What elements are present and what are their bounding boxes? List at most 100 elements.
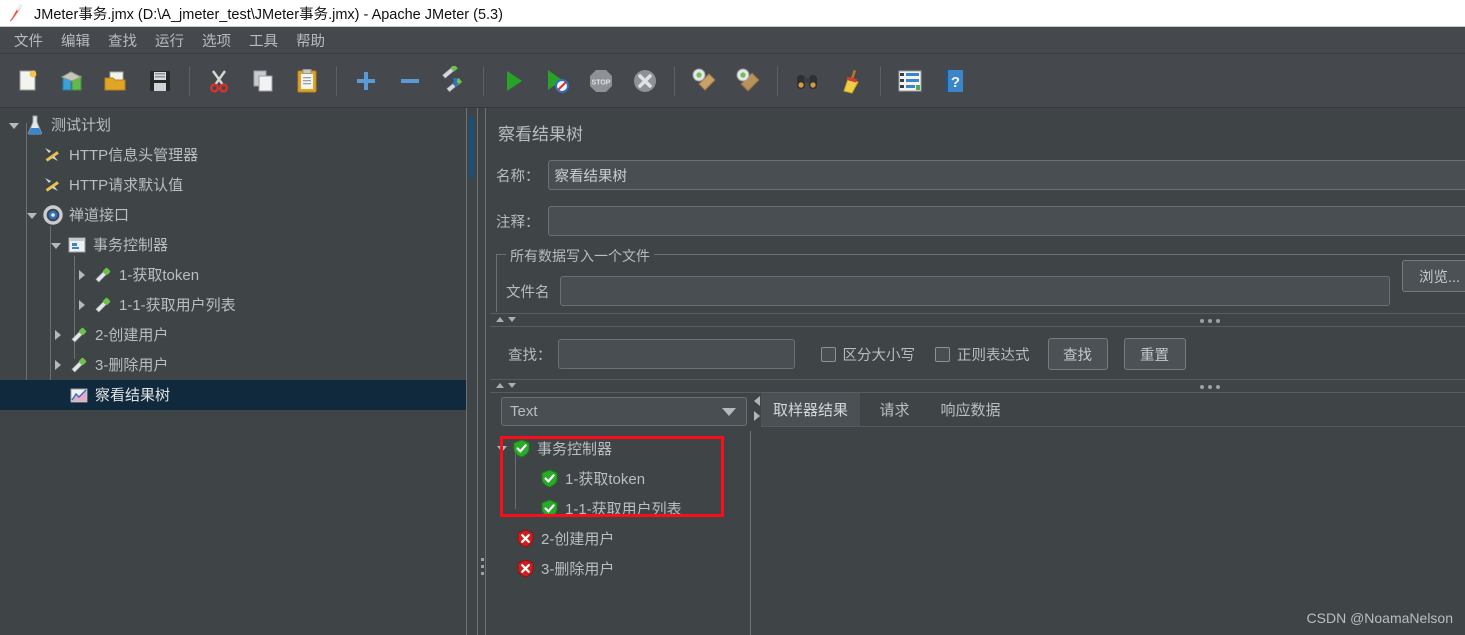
toolbar-start-no-pauses[interactable] xyxy=(537,61,577,101)
results-tree[interactable]: 事务控制器 1-获取token 1-1-获取用户列表 2-创建用户 3-删除用户 xyxy=(486,431,751,635)
chevron-down-icon[interactable] xyxy=(494,440,510,456)
menu-search[interactable]: 查找 xyxy=(100,27,145,54)
scroll-right-icon[interactable] xyxy=(754,411,760,421)
tab-request[interactable]: 请求 xyxy=(868,393,921,426)
collapse-down-icon[interactable] xyxy=(508,317,516,322)
tree-node-http-request-defaults[interactable]: HTTP请求默认值 xyxy=(0,170,477,200)
renderer-select[interactable]: Text xyxy=(501,397,747,426)
horizontal-splitter-top[interactable] xyxy=(490,313,1465,327)
toolbar-cut[interactable] xyxy=(199,61,239,101)
result-label: 1-获取token xyxy=(565,470,646,488)
result-label: 2-创建用户 xyxy=(541,530,615,548)
horizontal-splitter-bottom[interactable] xyxy=(490,379,1465,393)
reset-button[interactable]: 重置 xyxy=(1123,338,1186,370)
chevron-down-icon[interactable] xyxy=(48,237,64,253)
tree-node-sampler-3[interactable]: 3-删除用户 xyxy=(0,350,477,380)
result-label: 3-删除用户 xyxy=(541,560,615,578)
collapse-up-icon[interactable] xyxy=(496,383,504,388)
paste-clipboard-icon xyxy=(292,66,322,96)
toolbar-new[interactable] xyxy=(8,61,48,101)
menu-help[interactable]: 帮助 xyxy=(288,27,333,54)
collapse-down-icon[interactable] xyxy=(508,383,516,388)
splitter-arrows[interactable] xyxy=(496,317,516,322)
name-input[interactable]: 察看结果树 xyxy=(547,160,1465,190)
comment-input[interactable] xyxy=(547,206,1465,236)
success-shield-icon xyxy=(540,498,559,518)
tree-node-thread-group[interactable]: 禅道接口 xyxy=(0,200,477,230)
test-plan-tree[interactable]: 测试计划 HTTP信息头管理器 HTTP请求默认值 禅道接口 事务控制器 1-获… xyxy=(0,108,477,635)
tool-bar: STOP ? xyxy=(0,54,1465,108)
toolbar-toggle[interactable] xyxy=(434,61,474,101)
collapse-up-icon[interactable] xyxy=(496,317,504,322)
tree-node-sampler-1-1[interactable]: 1-1-获取用户列表 xyxy=(0,290,477,320)
menu-edit[interactable]: 编辑 xyxy=(53,27,98,54)
toolbar-function-helper[interactable] xyxy=(890,61,930,101)
toggle-element-icon xyxy=(439,63,469,96)
toolbar-clear-all[interactable] xyxy=(728,61,768,101)
splitter-arrows[interactable] xyxy=(496,383,516,388)
tree-scrollbar[interactable] xyxy=(466,108,477,635)
chevron-down-icon[interactable] xyxy=(722,407,736,416)
vertical-splitter[interactable] xyxy=(477,108,486,635)
tree-node-test-plan[interactable]: 测试计划 xyxy=(0,110,477,140)
toolbar-stop[interactable]: STOP xyxy=(581,61,621,101)
search-input[interactable] xyxy=(557,339,795,369)
browse-button[interactable]: 浏览... xyxy=(1402,260,1465,292)
toolbar-clear[interactable] xyxy=(684,61,724,101)
tree-node-view-results-tree[interactable]: 察看结果树 xyxy=(0,380,477,410)
tree-node-sampler-2[interactable]: 2-创建用户 xyxy=(0,320,477,350)
toolbar-open[interactable] xyxy=(96,61,136,101)
splitter-grip-dot xyxy=(481,558,484,561)
menu-tools[interactable]: 工具 xyxy=(241,27,286,54)
toolbar-help[interactable]: ? xyxy=(934,61,974,101)
toolbar-save[interactable] xyxy=(140,61,180,101)
menu-run[interactable]: 运行 xyxy=(147,27,192,54)
result-node-transaction-controller[interactable]: 事务控制器 xyxy=(494,433,612,463)
toolbar-copy[interactable] xyxy=(243,61,283,101)
chevron-down-icon[interactable] xyxy=(6,117,22,133)
chevron-down-icon[interactable] xyxy=(24,207,40,223)
result-node-2[interactable]: 2-创建用户 xyxy=(516,523,614,553)
toolbar-collapse-all[interactable] xyxy=(390,61,430,101)
result-node-1-1[interactable]: 1-1-获取用户列表 xyxy=(540,493,682,523)
view-results-tree-icon xyxy=(68,384,90,406)
toolbar-reset-search[interactable] xyxy=(831,61,871,101)
toolbar-shutdown[interactable] xyxy=(625,61,665,101)
tree-node-transaction-controller[interactable]: 事务控制器 xyxy=(0,230,477,260)
toolbar-search[interactable] xyxy=(787,61,827,101)
minus-icon xyxy=(395,66,425,96)
filename-input[interactable] xyxy=(559,276,1390,306)
tree-node-http-header-manager[interactable]: HTTP信息头管理器 xyxy=(0,140,477,170)
menu-file[interactable]: 文件 xyxy=(6,27,51,54)
tab-response-data[interactable]: 响应数据 xyxy=(933,393,1008,426)
chevron-right-icon[interactable] xyxy=(74,267,90,283)
chevron-right-icon[interactable] xyxy=(50,357,66,373)
toolbar-templates[interactable] xyxy=(52,61,92,101)
splitter-grip-dot xyxy=(481,565,484,568)
chevron-right-icon[interactable] xyxy=(74,297,90,313)
copy-pages-icon xyxy=(248,66,278,96)
tab-sampler-result[interactable]: 取样器结果 xyxy=(761,393,860,426)
start-play-icon xyxy=(498,66,528,96)
result-node-1[interactable]: 1-获取token xyxy=(540,463,645,493)
toolbar-separator-1 xyxy=(189,65,190,96)
tree-label: 禅道接口 xyxy=(69,206,130,224)
menu-options[interactable]: 选项 xyxy=(194,27,239,54)
result-node-3[interactable]: 3-删除用户 xyxy=(516,553,614,583)
regex-checkbox[interactable] xyxy=(935,346,950,362)
title-bar: JMeter事务.jmx (D:\A_jmeter_test\JMeter事务.… xyxy=(0,0,1465,27)
toolbar-paste[interactable] xyxy=(287,61,327,101)
filename-label: 文件名 xyxy=(506,284,550,301)
toolbar-start[interactable] xyxy=(493,61,533,101)
cut-scissors-icon xyxy=(204,66,234,96)
name-label: 名称： xyxy=(496,168,540,185)
chevron-right-icon[interactable] xyxy=(50,327,66,343)
tree-node-sampler-1[interactable]: 1-获取token xyxy=(0,260,477,290)
tree-label: 测试计划 xyxy=(51,116,112,134)
scroll-left-icon[interactable] xyxy=(754,396,760,406)
toolbar-expand-all[interactable] xyxy=(346,61,386,101)
open-folder-icon xyxy=(101,66,131,96)
search-button[interactable]: 查找 xyxy=(1047,338,1108,370)
tree-scrollbar-thumb[interactable] xyxy=(469,116,474,178)
case-sensitive-checkbox[interactable] xyxy=(820,346,836,362)
